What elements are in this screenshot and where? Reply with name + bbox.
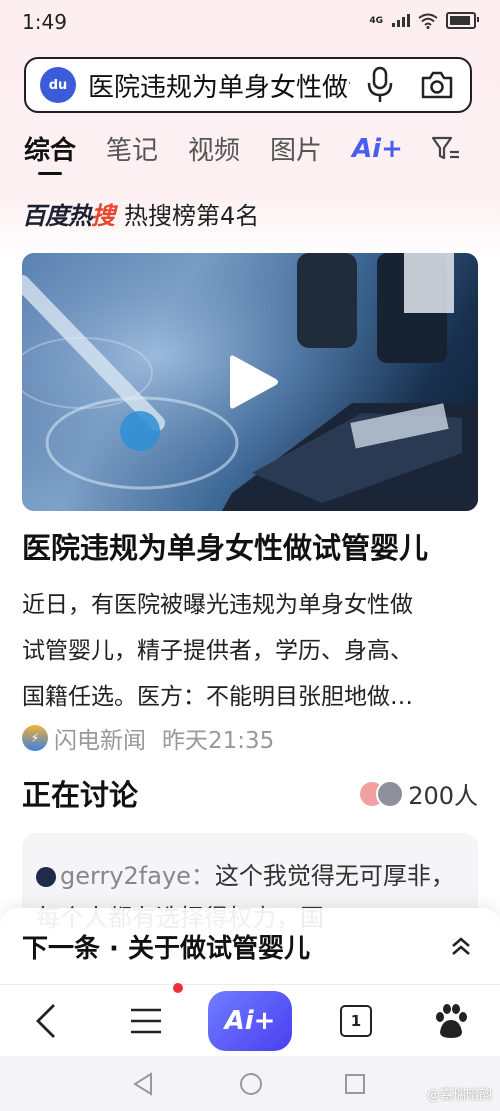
article-summary[interactable]: 近日，有医院被曝光违规为单身女性做 试管婴儿，精子提供者，学历、身高、 国籍任选… — [22, 582, 472, 720]
watermark: @嘉瑞暗韵 — [426, 1088, 492, 1103]
system-home-icon[interactable] — [239, 1072, 263, 1096]
baidu-logo-icon: du — [40, 67, 76, 103]
tab-ai[interactable]: Ai+ — [352, 134, 403, 164]
hot-logo-suffix: 搜 — [91, 202, 115, 230]
search-input[interactable]: 医院违规为单身女性做试管婴儿 — [88, 67, 350, 104]
microphone-icon[interactable] — [366, 66, 394, 104]
battery-icon — [446, 12, 479, 29]
system-back-icon[interactable] — [132, 1072, 154, 1096]
source-row: ⚡ 闪电新闻 昨天21:35 — [22, 721, 274, 755]
bottom-navigation: Ai+ 1 — [0, 983, 500, 1057]
video-thumbnail[interactable] — [22, 253, 478, 511]
comment-username: gerry2faye： — [60, 862, 215, 890]
notification-dot — [173, 983, 183, 993]
network-type: 4G — [369, 15, 383, 26]
tab-comprehensive[interactable]: 综合 — [24, 130, 76, 175]
baidu-hot-search-logo: 百度热搜 — [22, 196, 115, 231]
system-recents-icon[interactable] — [344, 1073, 366, 1095]
baidu-home-icon[interactable] — [430, 985, 472, 1057]
system-navigation-bar: @嘉瑞暗韵 — [0, 1056, 500, 1111]
signal-icon — [392, 14, 410, 27]
chevron-up-icon[interactable] — [450, 936, 472, 958]
play-icon[interactable] — [224, 352, 280, 412]
next-article-bar[interactable]: 下一条 · 关于做试管婴儿 — [0, 908, 500, 984]
search-box[interactable]: du 医院违规为单身女性做试管婴儿 — [24, 57, 472, 113]
tab-count: 1 — [340, 1005, 372, 1037]
camera-icon[interactable] — [420, 70, 454, 100]
menu-icon[interactable] — [126, 985, 166, 1057]
back-icon[interactable] — [26, 985, 66, 1057]
participant-count: 200人 — [408, 782, 478, 810]
summary-line: 试管婴儿，精子提供者，学历、身高、 — [22, 638, 413, 664]
hot-rank[interactable]: 百度热搜 热搜榜第4名 — [22, 196, 259, 231]
discussion-count[interactable]: 200人 — [358, 776, 478, 811]
publish-time: 昨天21:35 — [162, 728, 275, 754]
source-name: 闪电新闻 — [54, 728, 146, 754]
article-title[interactable]: 医院违规为单身女性做试管婴儿 — [22, 525, 478, 567]
avatar — [376, 779, 405, 808]
source-logo-icon: ⚡ — [22, 725, 48, 751]
next-article-text: 下一条 · 关于做试管婴儿 — [22, 934, 310, 964]
discussion-title: 正在讨论 — [22, 778, 139, 812]
status-icons: 4G — [369, 12, 479, 29]
tabs-button[interactable]: 1 — [336, 985, 376, 1057]
filter-icon[interactable] — [431, 134, 461, 164]
tab-images[interactable]: 图片 — [270, 130, 322, 167]
battery-fill — [450, 16, 470, 25]
ai-assistant-button[interactable]: Ai+ — [208, 991, 292, 1051]
tab-notes[interactable]: 笔记 — [106, 130, 158, 167]
wifi-icon — [418, 13, 438, 29]
summary-line: 近日，有医院被曝光违规为单身女性做 — [22, 592, 413, 618]
hot-logo-prefix: 百度热 — [22, 202, 92, 230]
hot-rank-text: 热搜榜第4名 — [124, 202, 260, 230]
tab-videos[interactable]: 视频 — [188, 130, 240, 167]
summary-line: 国籍任选。医方：不能明目张胆地做… — [22, 684, 413, 710]
avatar — [36, 867, 56, 887]
search-tabs: 综合 笔记 视频 图片 Ai+ — [24, 130, 461, 175]
status-time: 1:49 — [22, 10, 67, 34]
